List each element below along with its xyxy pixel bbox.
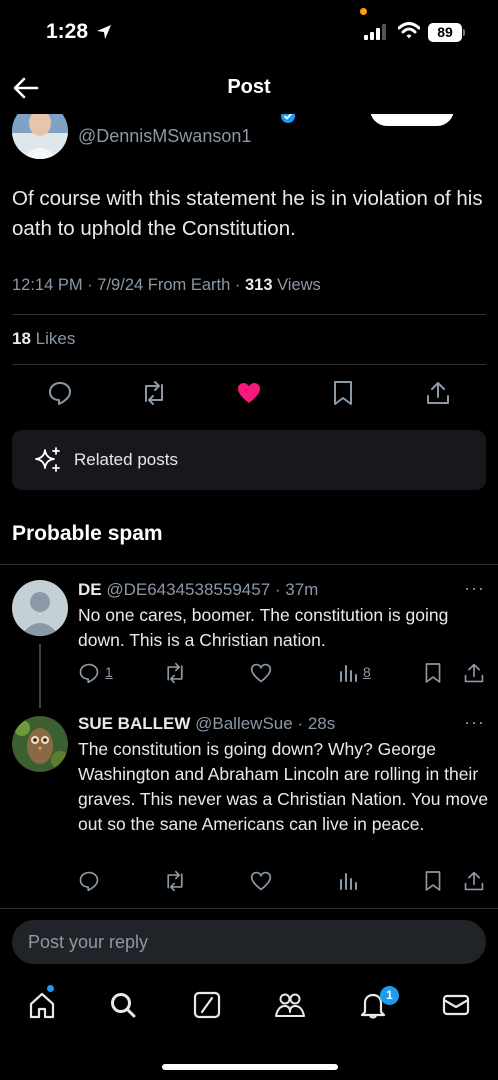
likes-count: 18 [12,329,31,348]
reply-name[interactable]: DE [78,580,102,599]
reply-item[interactable]: SUE BALLEW @BallewSue · 28s ··· The cons… [0,702,498,908]
bookmark-icon[interactable] [332,380,354,406]
divider [0,564,498,565]
privacy-indicator-dot [360,8,367,15]
share-icon[interactable] [463,870,485,892]
reply-name[interactable]: SUE BALLEW [78,714,190,733]
wifi-icon [398,22,420,40]
related-posts-label: Related posts [74,450,178,469]
reply-handle: @BallewSue [195,714,293,733]
reply-input-placeholder: Post your reply [28,932,149,952]
reply-handle: @DE6434538559457 [106,580,271,599]
reply-text: The constitution is going down? Why? Geo… [78,739,489,834]
views-icon[interactable] [338,663,358,683]
section-title: Probable spam [12,522,163,545]
repost-icon[interactable] [140,380,168,406]
tweet-source: From Earth [147,276,231,294]
grok-icon[interactable] [192,990,222,1020]
like-icon[interactable] [250,662,272,684]
more-options-icon[interactable]: ··· [464,578,485,599]
reply-age: 37m [285,580,319,599]
notification-badge: 1 [380,986,399,1005]
home-unread-dot [47,985,54,992]
reply-icon[interactable] [47,380,73,406]
related-posts-button[interactable]: Related posts [12,430,486,490]
reply-header: DE @DE6434538559457 · 37m [78,580,319,599]
repost-icon[interactable] [163,662,187,684]
back-arrow-icon[interactable] [12,76,40,100]
view-count: 8 [363,664,371,680]
bookmark-icon[interactable] [424,870,442,892]
more-options-icon[interactable]: ··· [464,712,485,733]
views-label: Views [277,276,321,294]
bookmark-icon[interactable] [424,662,442,684]
reply-item[interactable]: DE @DE6434538559457 · 37m ··· No one car… [0,566,498,708]
author-handle: @DennisMSwanson1 [78,126,252,146]
share-icon[interactable] [425,380,451,406]
like-icon[interactable] [236,380,262,406]
communities-icon[interactable] [274,990,306,1020]
location-arrow-icon [96,24,112,40]
battery-indicator: 89 [428,23,462,42]
likes-row[interactable]: 18 Likes [12,329,75,349]
home-icon[interactable] [27,990,57,1020]
author-avatar[interactable] [12,110,68,159]
divider [12,364,486,365]
tweet-date: 7/9/24 [97,276,144,294]
views-count: 313 [244,276,273,294]
likes-label: Likes [35,329,76,348]
views-icon[interactable] [338,871,358,891]
battery-nub [463,29,465,36]
reply-age: 28s [307,714,336,733]
repost-icon[interactable] [163,870,187,892]
header-backdrop [0,104,498,114]
home-indicator[interactable] [162,1064,338,1070]
cellular-signal-icon [364,24,386,40]
reply-icon[interactable] [78,870,100,892]
reply-avatar[interactable] [12,716,68,772]
thread-line [39,644,41,708]
reply-header: SUE BALLEW @BallewSue · 28s [78,714,336,733]
like-icon[interactable] [250,870,272,892]
reply-icon[interactable] [78,662,100,684]
reply-text: No one cares, boomer. The constitution i… [78,605,449,650]
status-time: 1:28 [46,20,89,43]
divider [12,314,486,315]
reply-avatar[interactable] [12,580,68,636]
tweet-text: Of course with this statement he is in v… [12,187,483,240]
search-icon[interactable] [108,990,138,1020]
messages-icon[interactable] [441,990,471,1020]
tweet-time: 12:14 PM [12,276,83,294]
page-title: Post [227,76,271,98]
reply-input[interactable]: Post your reply [12,920,486,964]
author-row[interactable]: Dr Dennis M Swanson @DennisMSwanson1 Fol… [0,110,498,160]
tweet-meta: 12:14 PM · 7/9/24 From Earth · 313 Views [12,276,321,294]
reply-count: 1 [105,664,113,680]
sparkle-icon [34,446,62,474]
divider [0,908,498,909]
share-icon[interactable] [463,662,485,684]
